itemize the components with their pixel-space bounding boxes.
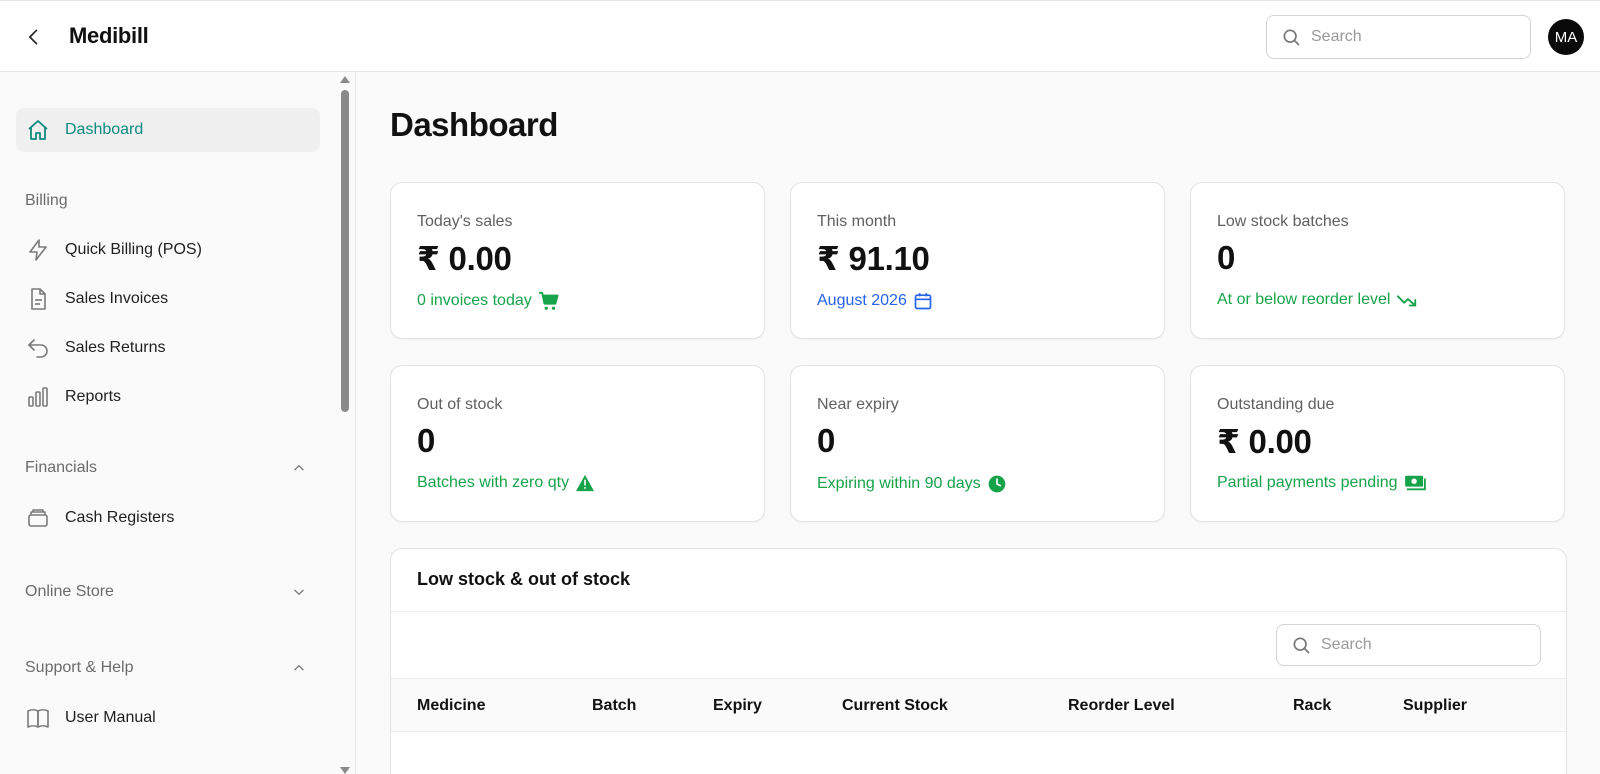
sidebar-item-user-manual[interactable]: User Manual (16, 696, 320, 740)
card-subtext: Batches with zero qty (417, 474, 595, 492)
return-arrow-icon (26, 336, 50, 360)
sidebar-item-label: Quick Billing (POS) (65, 241, 202, 258)
card-value: 0 (417, 422, 436, 459)
card-label: Out of stock (417, 396, 503, 413)
column-header-current-stock[interactable]: Current Stock (842, 697, 948, 715)
column-header-expiry[interactable]: Expiry (713, 697, 762, 715)
card-label: Today's sales (417, 213, 513, 230)
section-support: Support & Help (25, 659, 134, 676)
stat-card-this-month: This month ₹ 91.10 August 2026 (790, 182, 1165, 339)
money-icon (1404, 474, 1426, 492)
table-header-row: Medicine Batch Expiry Current Stock Reor… (391, 678, 1566, 732)
card-subtext: Expiring within 90 days (817, 474, 1007, 494)
column-header-supplier[interactable]: Supplier (1403, 697, 1467, 715)
clock-icon (987, 474, 1007, 494)
card-subtext: 0 invoices today (417, 291, 560, 311)
stat-card-out-of-stock: Out of stock 0 Batches with zero qty (390, 365, 765, 522)
sidebar-item-dashboard[interactable]: Dashboard (16, 108, 320, 152)
sidebar-item-label: Reports (65, 388, 122, 405)
sidebar-item-sales-invoices[interactable]: Sales Invoices (16, 277, 320, 321)
cart-icon (538, 291, 560, 311)
card-subtext-label: 0 invoices today (417, 292, 532, 309)
chevron-down-icon (294, 589, 304, 595)
sidebar-scrollbar[interactable] (340, 76, 350, 774)
support-collapse-toggle[interactable] (290, 659, 308, 677)
online-store-expand-toggle[interactable] (290, 583, 308, 601)
top-header: Medibill MA (0, 0, 1600, 72)
chevron-left-icon (29, 29, 38, 45)
chevron-up-icon (294, 465, 304, 471)
card-value: ₹ 0.00 (417, 240, 512, 277)
financials-collapse-toggle[interactable] (290, 459, 308, 477)
back-button[interactable] (20, 23, 48, 51)
card-label: This month (817, 213, 897, 230)
global-search[interactable] (1266, 15, 1531, 59)
card-value: ₹ 91.10 (817, 240, 930, 277)
column-header-rack[interactable]: Rack (1293, 697, 1331, 715)
bar-chart-icon (26, 385, 50, 409)
stat-card-low-stock: Low stock batches 0 At or below reorder … (1190, 182, 1565, 339)
card-subtext-label: Expiring within 90 days (817, 475, 981, 492)
home-icon (26, 118, 50, 142)
card-subtext: August 2026 (817, 291, 933, 311)
low-stock-table-card: Low stock & out of stock Medicine Batch … (390, 548, 1567, 774)
stat-card-near-expiry: Near expiry 0 Expiring within 90 days (790, 365, 1165, 522)
global-search-input[interactable] (1311, 28, 1511, 46)
section-billing: Billing (25, 192, 68, 209)
cash-register-icon (26, 506, 50, 530)
sidebar-item-sales-returns[interactable]: Sales Returns (16, 326, 320, 370)
table-search-input[interactable] (1321, 636, 1521, 654)
trend-down-icon (1396, 292, 1418, 308)
calendar-icon (913, 291, 933, 311)
search-icon (1293, 637, 1310, 654)
lightning-icon (26, 238, 50, 262)
stat-card-todays-sales: Today's sales ₹ 0.00 0 invoices today (390, 182, 765, 339)
sidebar-item-label: User Manual (65, 709, 156, 726)
card-subtext-label: August 2026 (817, 292, 907, 309)
card-value: 0 (1217, 239, 1236, 276)
card-label: Near expiry (817, 396, 899, 413)
user-avatar[interactable]: MA (1548, 19, 1584, 55)
table-search[interactable] (1276, 624, 1541, 666)
sidebar: Dashboard Billing Quick Billing (POS) Sa… (0, 72, 356, 774)
sidebar-item-quick-billing[interactable]: Quick Billing (POS) (16, 228, 320, 272)
search-icon (1283, 29, 1300, 46)
card-subtext-label: Partial payments pending (1217, 474, 1398, 491)
sidebar-item-label: Sales Returns (65, 339, 166, 356)
section-financials: Financials (25, 459, 98, 476)
page-title: Dashboard (390, 106, 558, 143)
sidebar-item-label: Cash Registers (65, 509, 175, 526)
column-header-batch[interactable]: Batch (592, 697, 636, 715)
column-header-medicine[interactable]: Medicine (417, 697, 485, 715)
sidebar-item-reports[interactable]: Reports (16, 375, 320, 419)
card-subtext: At or below reorder level (1217, 291, 1418, 309)
card-subtext: Partial payments pending (1217, 474, 1426, 492)
document-icon (26, 287, 50, 311)
card-label: Outstanding due (1217, 396, 1335, 413)
card-subtext-label: At or below reorder level (1217, 291, 1391, 308)
warning-icon (575, 474, 595, 492)
sidebar-item-label: Sales Invoices (65, 290, 169, 307)
scroll-down-arrow[interactable] (340, 767, 350, 774)
chevron-up-icon (294, 665, 304, 671)
card-value: 0 (817, 422, 836, 459)
card-value: ₹ 0.00 (1217, 423, 1312, 460)
section-online-store: Online Store (25, 583, 114, 600)
divider (391, 611, 1566, 612)
stat-card-outstanding-due: Outstanding due ₹ 0.00 Partial payments … (1190, 365, 1565, 522)
table-card-title: Low stock & out of stock (417, 569, 631, 589)
card-subtext-label: Batches with zero qty (417, 474, 570, 491)
sidebar-item-cash-registers[interactable]: Cash Registers (16, 496, 320, 540)
scroll-up-arrow[interactable] (340, 76, 350, 83)
book-icon (26, 706, 50, 730)
scroll-thumb[interactable] (341, 90, 349, 412)
app-title: Medibill (69, 23, 149, 48)
sidebar-item-label: Dashboard (65, 121, 144, 138)
column-header-reorder-level[interactable]: Reorder Level (1068, 697, 1175, 715)
card-label: Low stock batches (1217, 213, 1349, 230)
